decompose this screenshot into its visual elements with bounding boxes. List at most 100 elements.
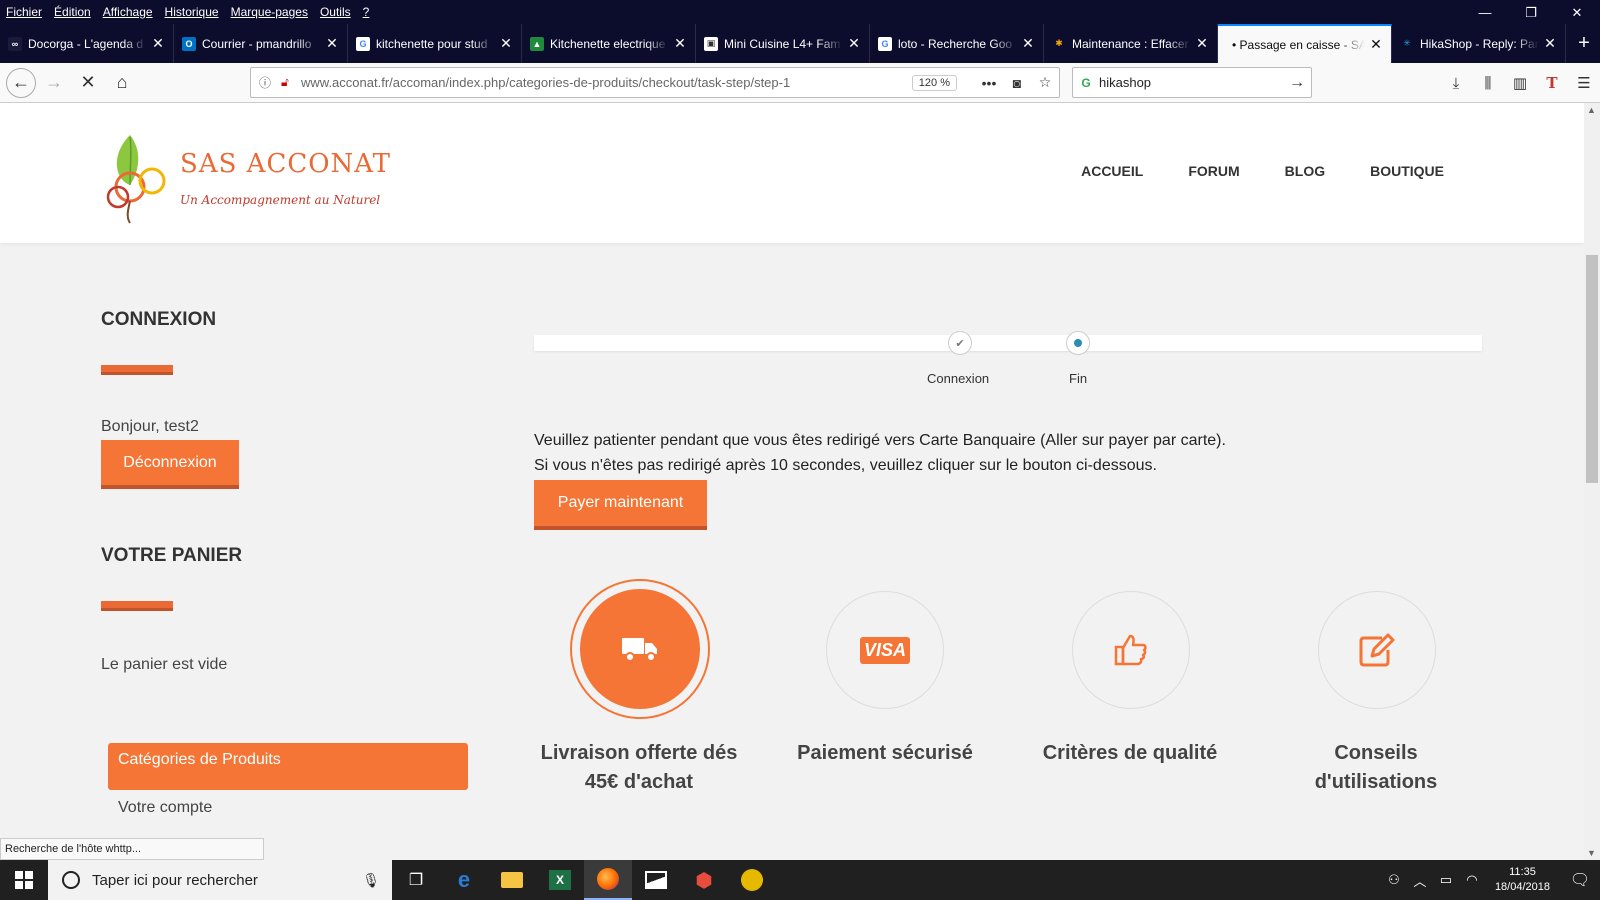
browser-tab[interactable]: ∞ Docorga - L'agenda d ✕ (0, 24, 174, 63)
feature-quality-label: Critères de qualité (1042, 742, 1218, 764)
forward-button[interactable]: → (38, 67, 70, 99)
tab-close-icon[interactable]: ✕ (1543, 35, 1557, 52)
arrow-right-icon: → (45, 72, 63, 92)
search-engine-icon[interactable]: G (1073, 76, 1099, 90)
photos-button[interactable] (632, 860, 680, 900)
categories-header[interactable]: Catégories de Produits (108, 743, 468, 790)
pay-now-button[interactable]: Payer maintenant (534, 480, 707, 530)
windows-logo-icon (15, 871, 33, 889)
tab-title: Maintenance : Effacer (1072, 36, 1189, 51)
feature-advice-label: Conseils d'utilisations (1256, 739, 1496, 797)
info-icon[interactable]: ⓘ (259, 74, 281, 91)
battery-icon[interactable]: ▭ (1433, 872, 1459, 888)
sidebar-icon[interactable]: ▥ (1504, 74, 1536, 92)
page-scrollbar[interactable]: ▲ ▼ (1584, 103, 1600, 860)
tab-favicon-icon: ▲ (530, 36, 544, 51)
new-tab-button[interactable]: + (1568, 24, 1600, 63)
menu-view[interactable]: Affichage (97, 5, 159, 19)
browser-tab[interactable]: ▣ Mini Cuisine L4+ Fam ✕ (696, 24, 870, 63)
edge-button[interactable]: e (440, 860, 488, 900)
back-button[interactable]: ← (6, 67, 36, 98)
library-icon[interactable]: ⫼ (1472, 75, 1504, 92)
search-go-icon[interactable]: → (1283, 74, 1311, 92)
browser-tab[interactable]: Gloto - Recherche Goo ✕ (870, 24, 1044, 63)
nav-blog[interactable]: BLOG (1285, 163, 1325, 179)
tab-close-icon[interactable]: ✕ (1021, 35, 1035, 52)
minimize-button[interactable]: — (1462, 0, 1508, 24)
tab-title: loto - Recherche Goo (898, 36, 1013, 51)
nav-boutique[interactable]: BOUTIQUE (1370, 163, 1444, 179)
url-text[interactable]: www.acconat.fr/accoman/index.php/categor… (301, 75, 912, 90)
photos-icon (645, 871, 667, 889)
excel-icon: X (549, 870, 571, 890)
tab-close-icon[interactable]: ✕ (847, 35, 861, 52)
menu-history[interactable]: Historique (159, 5, 225, 19)
tab-close-icon[interactable]: ✕ (325, 35, 339, 52)
browser-tab[interactable]: • Passage en caisse - SA ✕ (1218, 24, 1392, 63)
browser-tab[interactable]: ✳ HikaShop - Reply: Par ✕ (1392, 24, 1566, 63)
browser-tab[interactable]: O Courrier - pmandrillo ✕ (174, 24, 348, 63)
pocket-icon[interactable]: ◙ (1003, 75, 1031, 91)
home-button[interactable]: ⌂ (106, 67, 138, 99)
scrollbar-thumb[interactable] (1586, 255, 1598, 483)
bookmark-star-icon[interactable]: ☆ (1031, 74, 1059, 91)
stop-button[interactable]: ✕ (72, 67, 104, 99)
tab-close-icon[interactable]: ✕ (1369, 36, 1383, 53)
menu-tools[interactable]: Outils (314, 5, 357, 19)
excel-button[interactable]: X (536, 860, 584, 900)
menu-file[interactable]: Fichier (0, 5, 48, 19)
explorer-button[interactable] (488, 860, 536, 900)
feature-quality (1072, 591, 1190, 709)
url-bar[interactable]: ⓘ 🔓︎ www.acconat.fr/accoman/index.php/ca… (250, 67, 1060, 98)
menu-edit[interactable]: Édition (48, 5, 97, 19)
nav-accueil[interactable]: ACCUEIL (1081, 163, 1143, 179)
chevron-up-icon[interactable]: ︿ (1407, 871, 1433, 890)
app-button[interactable]: ⬢ (680, 860, 728, 900)
browser-tab[interactable]: Gkitchenette pour stud ✕ (348, 24, 522, 63)
search-bar[interactable]: G hikashop → (1072, 67, 1312, 98)
task-view-button[interactable]: ❐ (392, 860, 440, 900)
redirect-message: Veuillez patienter pendant que vous êtes… (534, 432, 1226, 449)
wifi-icon[interactable]: ◠ (1459, 872, 1485, 888)
firefox-button[interactable] (584, 860, 632, 900)
toolbar-right: ⤓ ⫼ ▥ T ☰ (1440, 63, 1600, 103)
feature-advice-line2: d'utilisations (1314, 771, 1438, 793)
app2-button[interactable] (728, 860, 776, 900)
page-actions-icon[interactable]: ••• (975, 75, 1003, 91)
tab-favicon-icon: ✳ (1400, 36, 1414, 51)
tab-title: Docorga - L'agenda d (28, 36, 144, 51)
logout-button[interactable]: Déconnexion (101, 440, 239, 489)
scroll-up-icon[interactable]: ▲ (1587, 105, 1596, 115)
browser-tab[interactable]: ✱ Maintenance : Effacer ✕ (1044, 24, 1218, 63)
download-icon[interactable]: ⤓ (1440, 75, 1472, 92)
close-window-button[interactable]: ✕ (1554, 0, 1600, 24)
brand-name: SAS ACCONAT (180, 149, 391, 179)
zoom-level[interactable]: 120 % (911, 74, 957, 91)
arrow-left-icon: ← (12, 72, 30, 92)
insecure-lock-icon[interactable]: 🔓︎ (281, 75, 301, 90)
nav-forum[interactable]: FORUM (1188, 163, 1239, 179)
clock[interactable]: 11:35 18/04/2018 (1495, 865, 1550, 895)
tab-title: Kitchenette electrique (550, 36, 666, 51)
tab-favicon-icon: G (878, 36, 892, 51)
tab-close-icon[interactable]: ✕ (499, 35, 513, 52)
search-input[interactable]: hikashop (1099, 75, 1283, 90)
tab-close-icon[interactable]: ✕ (151, 35, 165, 52)
site-logo[interactable]: SAS ACCONAT Un Accompagnement au Naturel (100, 125, 410, 225)
people-icon[interactable]: ⚇ (1381, 872, 1407, 888)
scroll-down-icon[interactable]: ▼ (1587, 848, 1596, 858)
menu-help[interactable]: ? (357, 5, 376, 19)
notifications-icon[interactable]: 🗨︎ (1560, 870, 1600, 890)
browser-tab[interactable]: ▲ Kitchenette electrique ✕ (522, 24, 696, 63)
hamburger-menu-icon[interactable]: ☰ (1568, 74, 1600, 92)
menu-bookmarks[interactable]: Marque-pages (225, 5, 314, 19)
extension-t-icon[interactable]: T (1536, 74, 1568, 92)
tab-close-icon[interactable]: ✕ (1195, 35, 1209, 52)
step-label-connexion: Connexion (927, 371, 990, 386)
microphone-icon[interactable]: 🎙︎ (362, 872, 380, 889)
account-link[interactable]: Votre compte (118, 799, 212, 817)
start-button[interactable] (0, 860, 48, 900)
taskbar-search[interactable]: Taper ici pour rechercher 🎙︎ (48, 860, 392, 900)
tab-close-icon[interactable]: ✕ (673, 35, 687, 52)
restore-button[interactable]: ❐ (1508, 0, 1554, 24)
